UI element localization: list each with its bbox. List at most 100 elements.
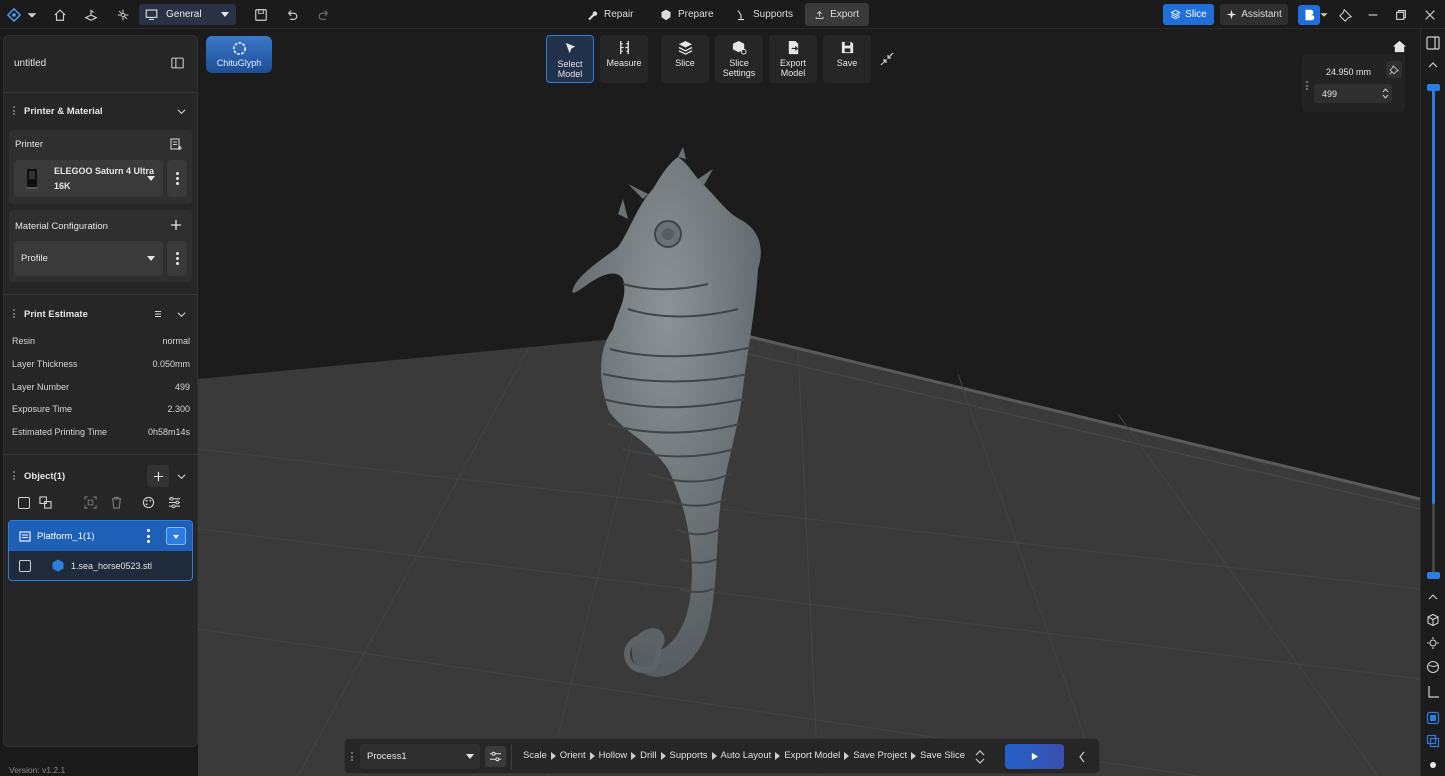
- layer-slider-track[interactable]: [1432, 87, 1435, 577]
- layer-number-input[interactable]: 499: [1314, 84, 1392, 103]
- stage-prepare[interactable]: Prepare: [650, 3, 724, 26]
- arrow-right-icon: [589, 751, 595, 760]
- step-save-project[interactable]: Save Project: [853, 750, 920, 761]
- step-export-model[interactable]: Export Model: [784, 750, 853, 761]
- step-supports[interactable]: Supports: [670, 750, 721, 761]
- fit-icon[interactable]: [84, 496, 97, 509]
- pin-icon[interactable]: [1336, 5, 1356, 25]
- drag-handle-icon[interactable]: [351, 752, 354, 761]
- palette-icon[interactable]: [142, 496, 155, 509]
- run-process-button[interactable]: [1005, 744, 1064, 769]
- select-all-checkbox[interactable]: [18, 497, 30, 509]
- close-icon[interactable]: [1420, 5, 1440, 25]
- add-material-icon[interactable]: [170, 219, 182, 231]
- arrow-right-icon: [911, 751, 917, 760]
- platform-icon[interactable]: [81, 5, 101, 25]
- chevron-left-icon[interactable]: [1078, 751, 1086, 763]
- restore-icon[interactable]: [1391, 5, 1411, 25]
- slice-settings-button[interactable]: Slice Settings: [715, 35, 763, 83]
- panel-toggle-icon[interactable]: [171, 57, 184, 69]
- drag-handle-icon[interactable]: [13, 309, 16, 318]
- printer-material-header[interactable]: Printer & Material: [4, 100, 199, 122]
- drag-handle-icon[interactable]: [13, 106, 16, 115]
- chevron-up-icon[interactable]: [177, 107, 186, 116]
- account-chevron-icon[interactable]: [1318, 5, 1330, 25]
- group-icon[interactable]: [39, 496, 52, 509]
- 3d-viewport[interactable]: ChituGlyph Select Model Measure Slice Sl…: [198, 29, 1420, 776]
- measure-button[interactable]: Measure: [600, 35, 648, 83]
- cube-outline-icon[interactable]: [1426, 613, 1440, 627]
- slice-button[interactable]: Slice: [1163, 4, 1214, 25]
- pin-readout-button[interactable]: [1386, 61, 1402, 78]
- drag-handle-icon[interactable]: [1306, 81, 1309, 90]
- chevron-up-icon[interactable]: [1426, 58, 1440, 72]
- home-icon[interactable]: [50, 5, 70, 25]
- step-hollow[interactable]: Hollow: [599, 750, 641, 761]
- stage-export[interactable]: Export: [805, 3, 869, 26]
- slice-tool-button[interactable]: Slice: [661, 35, 709, 83]
- add-object-button[interactable]: [147, 465, 169, 487]
- chituglyph-button[interactable]: ChituGlyph: [206, 36, 272, 73]
- spinner-icon[interactable]: [1382, 87, 1389, 100]
- step-save-slice[interactable]: Save Slice: [920, 750, 965, 761]
- process-select[interactable]: Process1: [360, 744, 480, 769]
- printer-material-title: Printer & Material: [24, 105, 103, 117]
- platform-more-icon[interactable]: [147, 529, 151, 543]
- view-front-icon[interactable]: [1426, 711, 1440, 725]
- stage-supports-label: Supports: [753, 9, 794, 20]
- object-row[interactable]: 1.sea_horse0523.stl: [9, 551, 192, 581]
- print-estimate-header[interactable]: Print Estimate: [4, 303, 199, 325]
- process-settings-button[interactable]: [485, 746, 506, 767]
- undo-icon[interactable]: [282, 5, 302, 25]
- redo-icon[interactable]: [314, 5, 334, 25]
- platform-row[interactable]: Platform_1(1): [9, 521, 192, 551]
- estimate-row: Layer Thickness 0.050mm: [12, 356, 190, 372]
- sphere-icon[interactable]: [1426, 660, 1440, 674]
- stage-repair[interactable]: Repair: [576, 3, 643, 26]
- chevron-up-icon[interactable]: [177, 310, 186, 319]
- profile-more-button[interactable]: [167, 241, 187, 276]
- select-model-button[interactable]: Select Model: [546, 35, 594, 83]
- stage-supports[interactable]: Supports: [725, 3, 803, 26]
- layer-slider-bottom-handle[interactable]: [1427, 572, 1440, 579]
- panel-right-icon[interactable]: [1426, 36, 1440, 50]
- expand-vertical-icon[interactable]: [975, 750, 985, 764]
- save-icon[interactable]: [251, 5, 271, 25]
- arrow-right-icon: [550, 751, 556, 760]
- profile-select[interactable]: Profile: [14, 241, 163, 276]
- platform-expand-button[interactable]: [166, 527, 186, 545]
- step-auto-layout[interactable]: Auto Layout: [721, 750, 785, 761]
- object-checkbox[interactable]: [19, 560, 31, 572]
- step-drill[interactable]: Drill: [640, 750, 669, 761]
- axis-icon[interactable]: [1426, 685, 1440, 699]
- objects-header[interactable]: Object(1): [4, 465, 199, 487]
- pin-icon: [1389, 64, 1399, 74]
- home-view-icon[interactable]: [1392, 39, 1407, 54]
- filter-settings-icon[interactable]: [168, 496, 181, 509]
- chevron-up-small-icon[interactable]: [1426, 591, 1440, 605]
- workspace-select[interactable]: General: [139, 4, 236, 25]
- arrow-right-icon: [775, 751, 781, 760]
- brand-b-icon[interactable]: [1298, 5, 1320, 25]
- view-copy-icon[interactable]: [1426, 734, 1440, 748]
- trash-icon[interactable]: [110, 496, 123, 509]
- step-scale[interactable]: Scale: [523, 750, 560, 761]
- drag-handle-icon[interactable]: [13, 471, 16, 480]
- list-icon[interactable]: [154, 310, 162, 318]
- export-model-button[interactable]: Export Model: [769, 35, 817, 83]
- printer-more-button[interactable]: [167, 160, 187, 197]
- app-logo-icon[interactable]: [4, 5, 24, 25]
- step-orient[interactable]: Orient: [560, 750, 599, 761]
- layer-slider-top-handle[interactable]: [1427, 84, 1440, 91]
- assistant-button[interactable]: Assistant: [1220, 4, 1288, 25]
- menu-chevron-down-icon[interactable]: [26, 5, 38, 25]
- minimize-icon[interactable]: [1363, 5, 1383, 25]
- save-tool-button[interactable]: Save: [823, 35, 871, 83]
- printer-select[interactable]: ELEGOO Saturn 4 Ultra 16K: [14, 160, 163, 197]
- printer-settings-icon[interactable]: [170, 138, 182, 151]
- collapse-toolbar-icon[interactable]: [880, 52, 894, 66]
- network-icon[interactable]: [113, 5, 133, 25]
- view-settings-icon[interactable]: [1426, 636, 1440, 650]
- chevron-down-icon[interactable]: [177, 472, 186, 481]
- printer-card: Printer ELEGOO Saturn 4 Ultra 16K: [9, 130, 192, 204]
